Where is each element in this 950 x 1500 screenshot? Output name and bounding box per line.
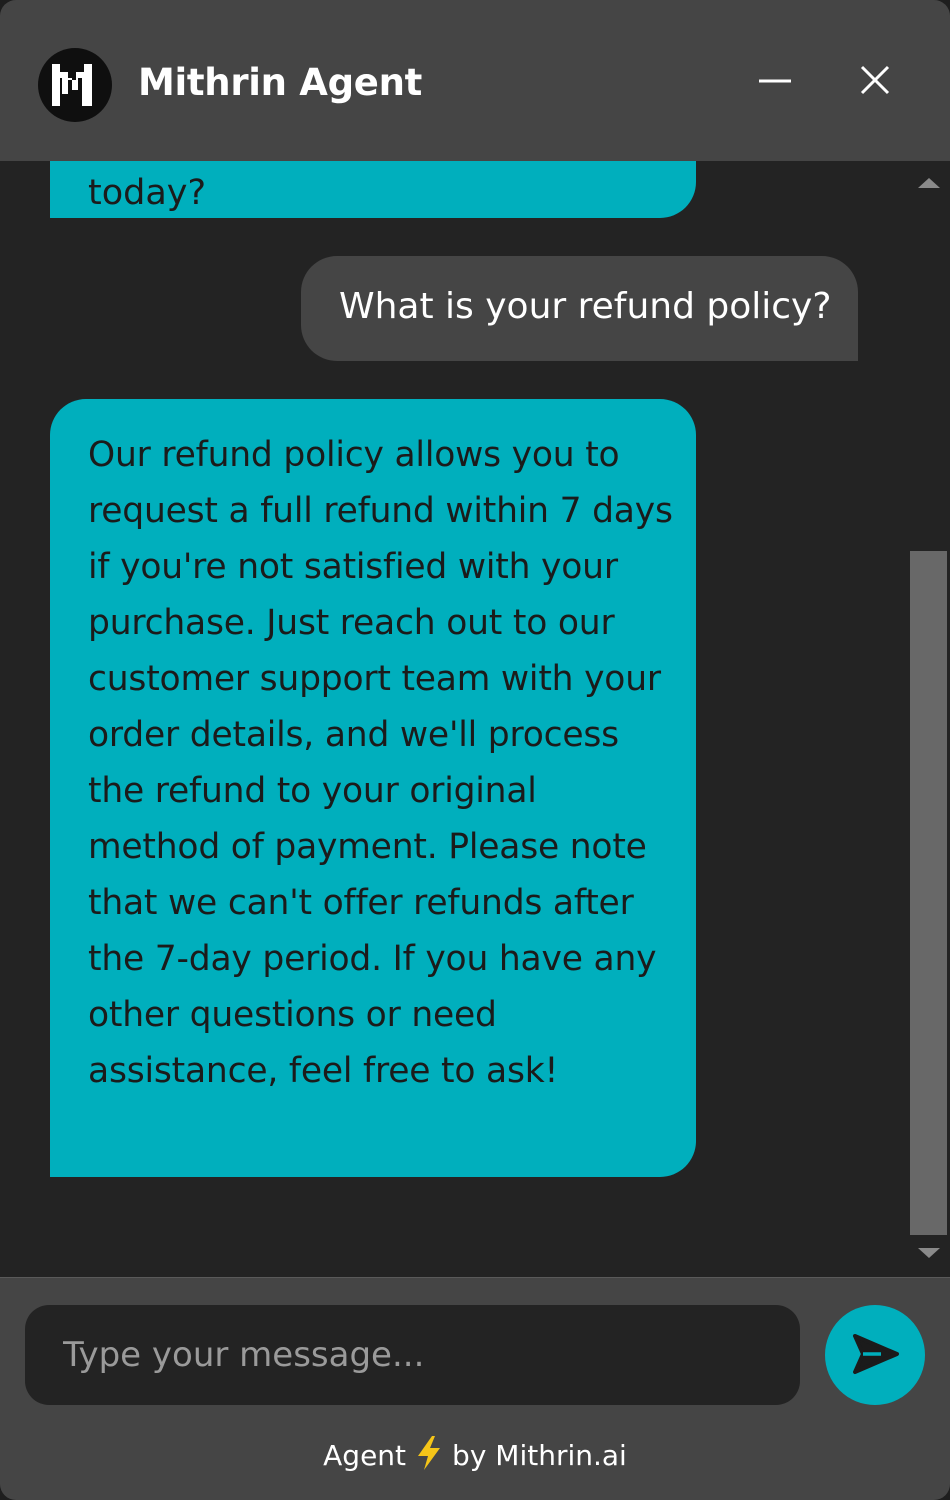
composer-area: Agent by Mithrin.ai bbox=[0, 1277, 950, 1500]
chat-header: Mithrin Agent bbox=[0, 0, 950, 161]
send-icon bbox=[853, 1334, 899, 1374]
message-input-container bbox=[25, 1305, 800, 1405]
bot-message: today? bbox=[50, 161, 696, 218]
close-button[interactable] bbox=[845, 50, 905, 110]
close-icon bbox=[860, 65, 890, 95]
message-text: today? bbox=[88, 173, 207, 213]
scrollbar-thumb[interactable] bbox=[910, 551, 947, 1235]
message-input[interactable] bbox=[25, 1305, 800, 1405]
chat-widget: Mithrin Agent today? What is your refund… bbox=[0, 0, 950, 1500]
bot-message: Our refund policy allows you to request … bbox=[50, 399, 696, 1177]
message-text: What is your refund policy? bbox=[339, 286, 832, 327]
message-text: Our refund policy allows you to request … bbox=[88, 435, 673, 1091]
widget-title: Mithrin Agent bbox=[138, 61, 423, 104]
scroll-down-arrow-icon[interactable] bbox=[916, 1244, 942, 1264]
send-button[interactable] bbox=[825, 1305, 925, 1405]
scroll-up-arrow-icon[interactable] bbox=[916, 176, 942, 196]
powered-by: Agent by Mithrin.ai bbox=[0, 1435, 950, 1475]
minimize-button[interactable] bbox=[745, 50, 805, 110]
branding-suffix[interactable]: by Mithrin.ai bbox=[452, 1439, 627, 1472]
branding-prefix: Agent bbox=[323, 1439, 407, 1472]
message-list[interactable]: today? What is your refund policy? Our r… bbox=[0, 161, 950, 1277]
minimize-icon bbox=[759, 79, 791, 83]
mithrin-logo-icon bbox=[38, 48, 112, 122]
user-message: What is your refund policy? bbox=[301, 256, 858, 361]
lightning-bolt-icon bbox=[418, 1436, 441, 1470]
